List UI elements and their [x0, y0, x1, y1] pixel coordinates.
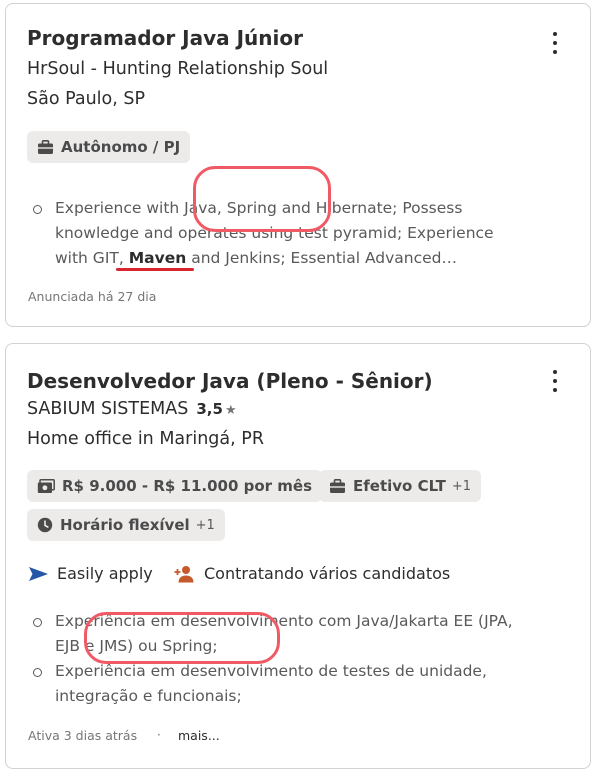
clock-icon: [37, 517, 53, 533]
more-options-button[interactable]: [546, 30, 564, 56]
more-link[interactable]: mais...: [178, 728, 220, 743]
snippet-line: with GIT,: [55, 249, 129, 267]
company-rating: 3,5: [196, 400, 223, 418]
chip-label: Horário flexível: [60, 516, 190, 534]
briefcase-icon: [330, 478, 345, 493]
snippet-line: Experiência em desenvolvimento de testes…: [55, 662, 487, 680]
hiring-multiple-feature: Contratando vários candidatos: [174, 564, 450, 583]
annotation-underline: [116, 268, 194, 271]
job-title[interactable]: Programador Java Júnior: [27, 26, 303, 50]
job-title[interactable]: Desenvolvedor Java (Pleno - Sênior): [27, 369, 433, 393]
chip-more-count: +1: [451, 478, 472, 494]
salary-chip: R$ 9.000 - R$ 11.000 por mês: [27, 470, 323, 502]
job-snippet: Experiência em desenvolvimento com Java/…: [31, 609, 571, 709]
money-icon: [37, 478, 55, 493]
briefcase-icon: [38, 139, 53, 154]
list-item: Experiência em desenvolvimento com Java/…: [31, 609, 571, 659]
feature-label: Easily apply: [57, 564, 153, 583]
menu-dot: [553, 379, 557, 383]
job-card-1[interactable]: Programador Java Júnior HrSoul - Hunting…: [5, 3, 591, 327]
job-type-chip[interactable]: Efetivo CLT +1: [319, 470, 482, 502]
job-type-chip: Autônomo / PJ: [27, 131, 191, 163]
highlight-keyword: Maven: [128, 249, 187, 267]
send-icon: [29, 566, 48, 581]
company-name[interactable]: SABIUM SISTEMAS: [27, 399, 188, 419]
list-item: Experiência em desenvolvimento de testes…: [31, 659, 571, 709]
snippet-line: knowledge and operates using test pyrami…: [55, 224, 494, 242]
company-name-row: SABIUM SISTEMAS 3,5 ★: [27, 399, 237, 419]
feature-label: Contratando vários candidatos: [204, 564, 451, 583]
job-location: Home office in Maringá, PR: [27, 429, 264, 449]
chip-label: Efetivo CLT: [353, 477, 446, 495]
job-card-2[interactable]: Desenvolvedor Java (Pleno - Sênior) SABI…: [5, 343, 591, 769]
job-location: São Paulo, SP: [27, 89, 146, 109]
schedule-chip[interactable]: Horário flexível +1: [27, 509, 225, 541]
snippet-line: and Jenkins; Essential Advanced…: [186, 249, 458, 267]
add-person-icon: [174, 565, 194, 582]
easily-apply-feature: Easily apply: [28, 564, 153, 583]
snippet-line: Experience with Java, Spring and Hiberna…: [55, 199, 463, 217]
company-name: HrSoul - Hunting Relationship Soul: [27, 59, 329, 79]
chip-more-count: +1: [195, 517, 215, 533]
star-icon: ★: [224, 403, 237, 418]
snippet-line: Experiência em desenvolvimento com Java/…: [55, 612, 513, 630]
snippet-line: EJB e JMS) ou Spring;: [55, 637, 218, 655]
menu-dot: [553, 388, 557, 392]
job-snippet: Experience with Java, Spring and Hiberna…: [31, 196, 531, 271]
more-options-button[interactable]: [546, 368, 564, 394]
posted-date: Anunciada há 27 dia: [28, 289, 157, 304]
menu-dot: [553, 41, 557, 45]
menu-dot: [553, 50, 557, 54]
menu-dot: [553, 370, 557, 374]
chip-label: Autônomo / PJ: [61, 138, 181, 156]
separator: ·: [157, 728, 161, 742]
posted-date: Ativa 3 dias atrás: [28, 728, 138, 743]
list-item: Experience with Java, Spring and Hiberna…: [31, 196, 531, 271]
menu-dot: [553, 32, 557, 36]
chip-label: R$ 9.000 - R$ 11.000 por mês: [62, 477, 313, 495]
snippet-line: integração e funcionais;: [55, 687, 242, 705]
